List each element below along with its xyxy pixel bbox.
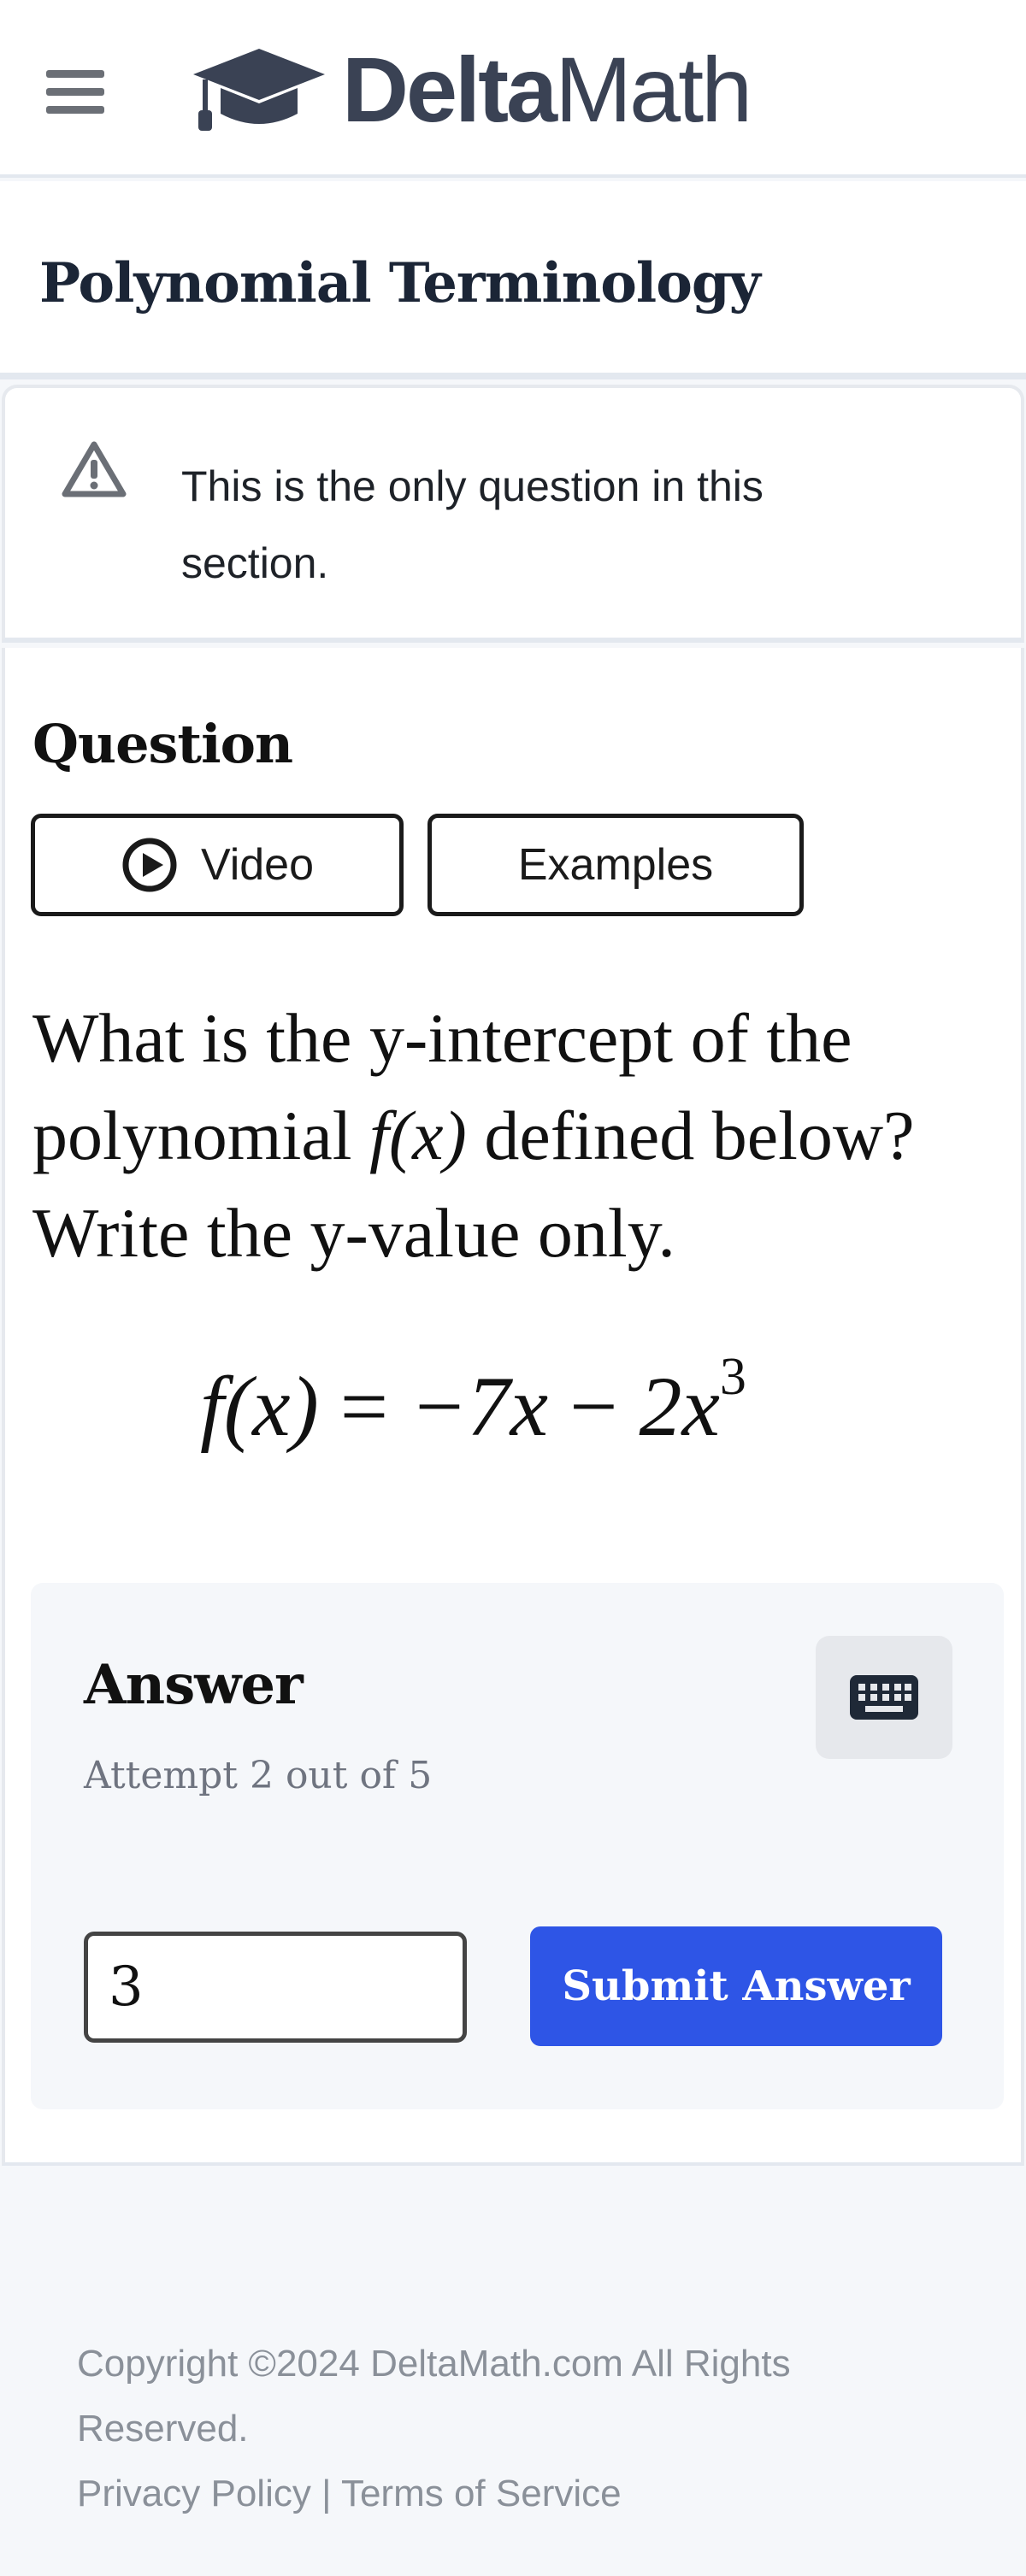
answer-input[interactable] (84, 1932, 467, 2043)
video-button[interactable]: Video (31, 814, 404, 916)
hamburger-menu-icon[interactable] (46, 67, 106, 116)
submit-answer-button[interactable]: Submit Answer (530, 1926, 942, 2046)
attempt-counter: Attempt 2 out of 5 (84, 1754, 433, 1797)
top-navigation-bar: DeltaMath (0, 0, 1026, 178)
footer-separator: | (321, 2473, 332, 2514)
question-prompt: What is the y-intercept of the polynomia… (32, 999, 915, 1272)
examples-button-label: Examples (517, 840, 714, 890)
video-button-label: Video (200, 840, 315, 890)
deltamath-logo[interactable]: DeltaMath (190, 38, 752, 141)
assignment-title-bar: Polynomial Terminology (0, 181, 1026, 379)
answer-heading: Answer (84, 1653, 304, 1717)
copyright-text: Copyright ©2024 DeltaMath.com All Rights… (77, 2343, 791, 2450)
examples-button[interactable]: Examples (428, 814, 804, 916)
keyboard-toggle-button[interactable] (816, 1636, 952, 1759)
answer-panel: Answer Attempt 2 out of 5 Submit Answer (31, 1583, 1004, 2109)
question-card: Question Video Examples What is the y-in… (2, 648, 1024, 2166)
polynomial-equation: f(x) = −7x − 2x3 (200, 1348, 746, 1454)
footer-links: Privacy Policy | Terms of Service (77, 2461, 966, 2526)
notice-text: This is the only question in this sectio… (181, 462, 764, 587)
play-circle-icon (122, 838, 177, 892)
terms-of-service-link[interactable]: Terms of Service (341, 2473, 622, 2514)
logo-wordmark: DeltaMath (342, 38, 752, 141)
question-heading: Question (32, 713, 293, 775)
page-title: Polynomial Terminology (39, 251, 761, 315)
page-footer: Copyright ©2024 DeltaMath.com All Rights… (77, 2332, 966, 2526)
privacy-policy-link[interactable]: Privacy Policy (77, 2473, 311, 2514)
graduation-cap-icon (193, 49, 325, 131)
section-notice: This is the only question in this sectio… (2, 385, 1024, 643)
warning-triangle-icon (62, 441, 127, 497)
function-name: f(x) (369, 1097, 467, 1174)
keyboard-icon (850, 1675, 918, 1720)
